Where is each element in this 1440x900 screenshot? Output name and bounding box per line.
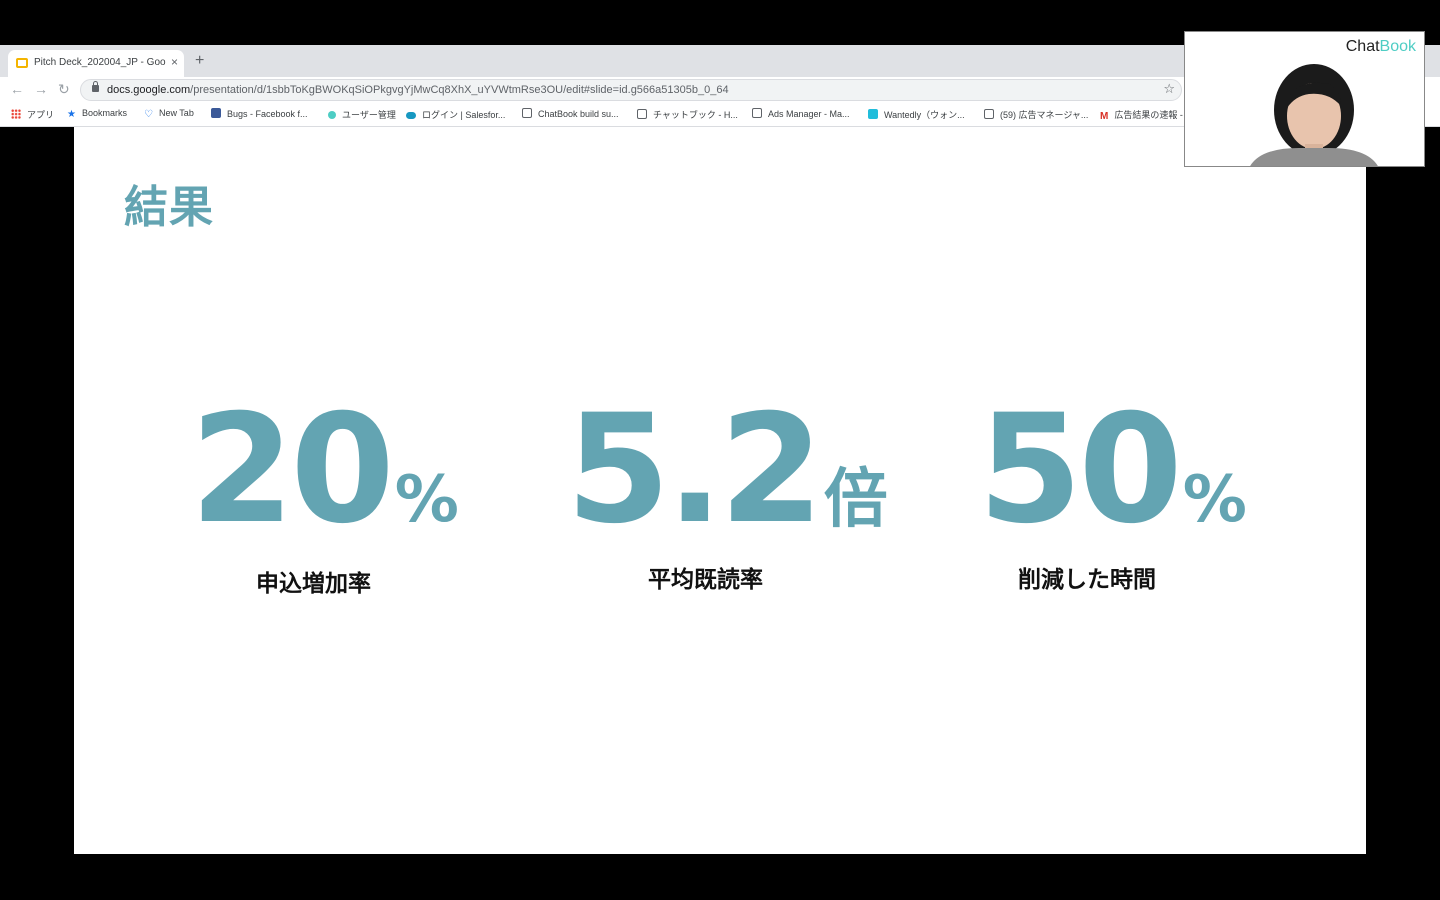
stat-unit: 倍	[823, 463, 888, 537]
chat-bubble-icon	[328, 111, 336, 119]
bookmark-label: (59) 広告マネージャ...	[1000, 110, 1089, 120]
wantedly-icon	[868, 109, 878, 119]
stat-unit: %	[1182, 463, 1247, 537]
bookmark-label: New Tab	[158, 108, 194, 118]
bookmark-label: ChatBook build su...	[538, 109, 619, 119]
bookmark-label: ログイン | Salesfor...	[422, 110, 506, 120]
stat-number: 5.2	[566, 383, 824, 557]
browser-tab[interactable]: Pitch Deck_202004_JP - Goog ×	[8, 50, 184, 77]
stat-label: 申込増加率	[256, 571, 371, 597]
bookmark-label: チャットブック - H...	[653, 110, 738, 120]
bookmark-bookmarks[interactable]: ★ Bookmarks	[67, 108, 127, 120]
bookmark-apps[interactable]: アプリ	[11, 108, 54, 121]
brand-accent: Book	[1379, 38, 1416, 55]
stat-label: 削減した時間	[1018, 567, 1156, 593]
bookmark-facebook[interactable]: Bugs - Facebook f...	[211, 108, 308, 119]
new-tab-button[interactable]: +	[195, 53, 204, 69]
page-icon	[522, 108, 532, 118]
brand-main: Chat	[1345, 38, 1380, 55]
cloud-icon	[406, 112, 416, 119]
url-domain: docs.google.com	[107, 84, 191, 96]
webcam-overlay: ChatBook	[1184, 31, 1425, 167]
stat-value: 5.2倍	[566, 395, 926, 545]
page-icon	[637, 109, 647, 119]
bookmark-label: ユーザー管理	[342, 110, 396, 120]
bookmark-user-admin[interactable]: ユーザー管理	[328, 108, 396, 121]
bookmark-label: Bookmarks	[81, 108, 127, 118]
reload-icon[interactable]: ↻	[58, 81, 70, 97]
bookmark-new-tab[interactable]: ♡ New Tab	[144, 108, 194, 120]
stat-time-reduced: 50%	[978, 395, 1338, 545]
heart-icon: ♡	[144, 109, 153, 120]
page-icon	[984, 109, 994, 119]
bookmark-ad-results[interactable]: M 広告結果の速報 -	[1100, 108, 1183, 122]
bookmark-star-icon[interactable]: ☆	[1163, 81, 1175, 97]
stat-unit: %	[394, 463, 459, 537]
bookmark-ads-manager-jp[interactable]: (59) 広告マネージャ...	[984, 108, 1088, 121]
slide-title: 結果	[124, 182, 214, 233]
gmail-icon: M	[1100, 111, 1109, 122]
back-icon[interactable]: ←	[10, 81, 24, 97]
bookmark-label: アプリ	[27, 110, 55, 120]
url-path: /presentation/d/1sbbToKgBWOKqSiOPkgvgYjM…	[190, 84, 729, 96]
lock-icon[interactable]	[92, 81, 99, 92]
bookmark-chatbook-jp[interactable]: チャットブック - H...	[637, 108, 738, 121]
facebook-icon	[211, 108, 221, 118]
slides-favicon-icon	[16, 58, 28, 68]
stat-number: 20	[190, 383, 395, 557]
stat-number: 50	[978, 383, 1183, 557]
apps-grid-icon	[11, 109, 21, 119]
stat-value: 20%	[190, 395, 550, 545]
forward-icon[interactable]: →	[34, 81, 48, 97]
tab-title: Pitch Deck_202004_JP - Goog	[34, 57, 166, 68]
page-icon	[752, 108, 762, 118]
bookmark-label: Ads Manager - Ma...	[768, 109, 850, 119]
presentation-slide: 結果 20% 申込増加率 5.2倍 平均既読率 50% 削減した時間	[74, 127, 1366, 854]
bookmark-chatbook-build[interactable]: ChatBook build su...	[522, 108, 619, 119]
bookmark-ads-manager[interactable]: Ads Manager - Ma...	[752, 108, 850, 119]
address-bar[interactable]: docs.google.com/presentation/d/1sbbToKgB…	[80, 79, 1182, 101]
bookmark-label: 広告結果の速報 -	[1114, 110, 1183, 120]
stat-average-read-rate: 5.2倍	[566, 395, 926, 545]
bookmark-label: Bugs - Facebook f...	[227, 109, 308, 119]
chatbook-logo: ChatBook	[1346, 38, 1416, 56]
stat-application-increase: 20%	[190, 395, 550, 545]
url-text[interactable]: docs.google.com/presentation/d/1sbbToKgB…	[107, 84, 729, 96]
star-icon: ★	[67, 109, 76, 120]
tab-close-icon[interactable]: ×	[171, 55, 178, 69]
presenter-video	[1250, 64, 1378, 166]
bookmark-wantedly[interactable]: Wantedly（ウォン...	[868, 108, 965, 121]
bookmark-salesforce[interactable]: ログイン | Salesfor...	[406, 108, 505, 121]
stat-label: 平均既読率	[648, 567, 763, 593]
stat-value: 50%	[978, 395, 1338, 545]
bookmark-label: Wantedly（ウォン...	[884, 110, 965, 120]
